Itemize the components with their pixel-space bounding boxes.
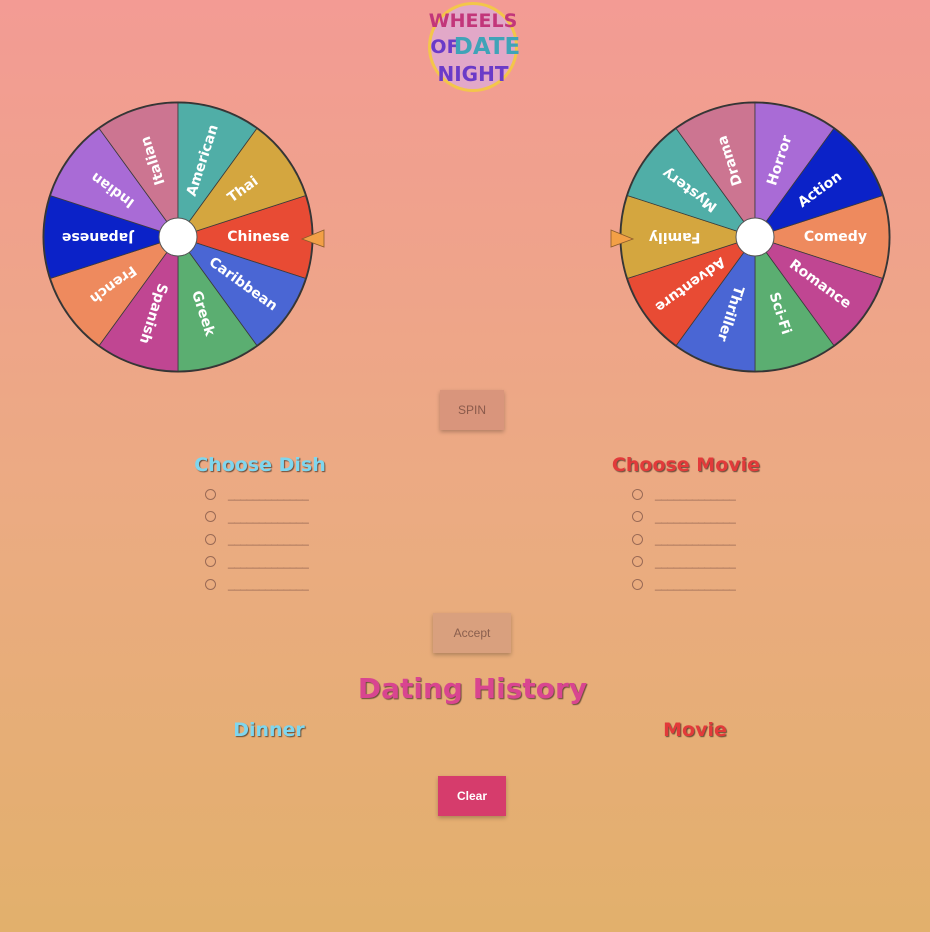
radio-button[interactable] [205, 488, 216, 500]
movie-option[interactable]: _____________ [632, 551, 736, 574]
dish-option[interactable]: _____________ [205, 528, 309, 551]
history-dinner-header: Dinner [233, 719, 305, 741]
wheels-of-date-night-logo: WHEELS OF DATE NIGHT [428, 2, 519, 92]
radio-button[interactable] [205, 578, 216, 590]
movie-option[interactable]: _____________ [632, 506, 736, 529]
choose-dish-title: Choose Dish [194, 454, 326, 476]
movie-option-label: _____________ [655, 554, 736, 569]
radio-button[interactable] [632, 578, 643, 590]
movie-option-label: _____________ [655, 509, 736, 524]
wheel-segment-label: Japanese [62, 229, 134, 245]
movie-option-label: _____________ [655, 487, 736, 502]
history-movie-header: Movie [663, 719, 727, 741]
dish-option-label: _____________ [228, 554, 309, 569]
dish-option-label: _____________ [228, 577, 309, 592]
dish-option[interactable]: _____________ [205, 573, 309, 596]
clear-button[interactable]: Clear [438, 776, 506, 816]
movie-option-label: _____________ [655, 532, 736, 547]
dish-option[interactable]: _____________ [205, 483, 309, 506]
radio-button[interactable] [632, 556, 643, 568]
dating-history-title: Dating History [357, 672, 588, 705]
wheel-segment-label: Family [649, 229, 701, 245]
movie-option-label: _____________ [655, 577, 736, 592]
wheel-segment-label: Chinese [227, 229, 289, 245]
dish-options-list: _____________ _____________ ____________… [205, 483, 309, 596]
radio-button[interactable] [632, 511, 643, 523]
spin-button[interactable]: SPIN [440, 390, 504, 430]
radio-button[interactable] [205, 556, 216, 568]
radio-button[interactable] [205, 533, 216, 545]
movie-option[interactable]: _____________ [632, 528, 736, 551]
movie-wheel[interactable]: Comedy Romance Sci-Fi Thriller Adventure Fami… [605, 98, 895, 378]
choose-movie-title: Choose Movie [611, 454, 761, 476]
wheel-segment-label: Comedy [804, 229, 867, 245]
radio-button[interactable] [632, 533, 643, 545]
dish-wheel[interactable]: Chinese Caribbean Greek Spanish French Japane… [40, 98, 330, 378]
movie-option[interactable]: _____________ [632, 483, 736, 506]
dish-option[interactable]: _____________ [205, 551, 309, 574]
wheel-hub [158, 217, 198, 257]
radio-button[interactable] [205, 511, 216, 523]
dish-option-label: _____________ [228, 509, 309, 524]
movie-options-list: _____________ _____________ ____________… [632, 483, 736, 596]
accept-button[interactable]: Accept [433, 613, 511, 653]
dish-option-label: _____________ [228, 532, 309, 547]
logo-text-wheels: WHEELS [429, 10, 518, 32]
logo-text-night: NIGHT [438, 62, 509, 86]
wheel-hub [735, 217, 775, 257]
logo-text-date: DATE [454, 34, 519, 60]
dish-option[interactable]: _____________ [205, 506, 309, 529]
dish-option-label: _____________ [228, 487, 309, 502]
movie-option[interactable]: _____________ [632, 573, 736, 596]
radio-button[interactable] [632, 488, 643, 500]
